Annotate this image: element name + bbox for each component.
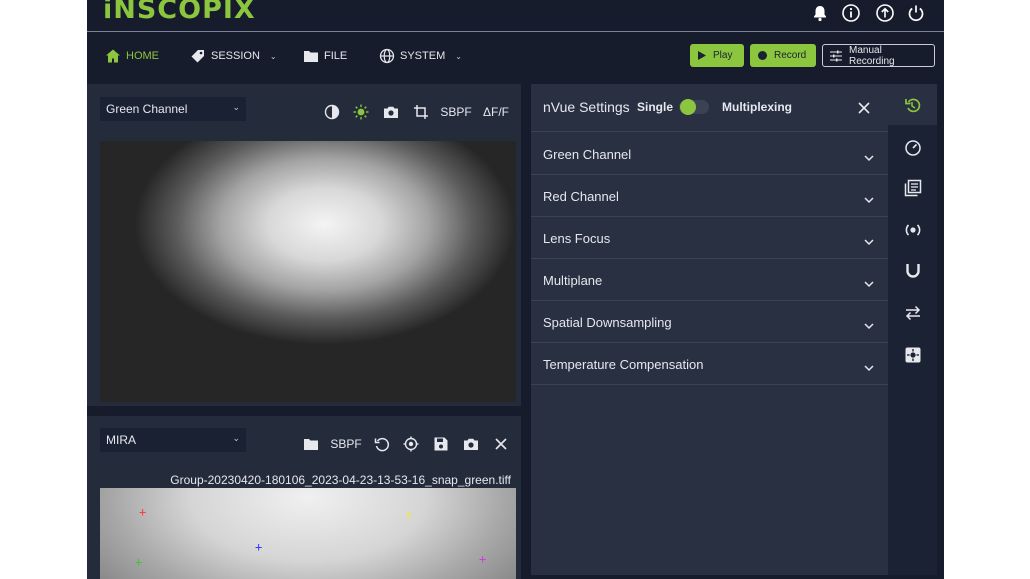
chevron-down-icon: ⌄ (232, 102, 240, 112)
channel-select[interactable]: Green Channel ⌄ (100, 97, 246, 121)
mode-toggle[interactable] (679, 99, 709, 115)
swap-icon[interactable] (903, 303, 923, 323)
nav-session[interactable]: SESSION ⌄ (190, 47, 277, 65)
accordion-label: Red Channel (543, 189, 619, 204)
accordion-label: Lens Focus (543, 231, 611, 246)
mode-single-label: Single (637, 100, 674, 114)
app-window: iNSCOPIX HOME SESSION ⌄ FILE SYSTEM ⌄ Pl… (87, 0, 944, 579)
nav-session-label: SESSION (211, 50, 260, 62)
accordion-label: Spatial Downsampling (543, 315, 672, 330)
channel-select-value: Green Channel (106, 102, 188, 116)
chevron-down-icon (864, 359, 874, 377)
brightness-icon[interactable] (352, 103, 370, 121)
right-rail (888, 84, 937, 575)
home-icon (105, 48, 121, 64)
sbpf-toggle[interactable]: SBPF (440, 103, 471, 121)
power-icon[interactable] (906, 3, 926, 23)
chevron-down-icon: ⌄ (232, 433, 240, 443)
save-icon[interactable] (432, 435, 450, 453)
logo: iNSCOPIX (103, 0, 256, 25)
info-icon[interactable] (841, 3, 861, 23)
chevron-down-icon (864, 317, 874, 335)
accordion-label: Green Channel (543, 147, 632, 162)
nvue-settings-panel: nVue Settings Single Multiplexing Green … (531, 84, 888, 575)
globe-icon (379, 48, 395, 64)
roi-marker[interactable]: + (255, 541, 262, 553)
crop-icon[interactable] (412, 103, 430, 121)
roi-marker[interactable]: + (405, 509, 412, 521)
nav-file[interactable]: FILE (303, 47, 347, 65)
chevron-down-icon (864, 149, 874, 167)
nav-system[interactable]: SYSTEM ⌄ (379, 47, 462, 65)
restore-settings-icon[interactable] (903, 95, 923, 115)
mode-multiplexing-label: Multiplexing (722, 100, 792, 114)
close-icon[interactable] (492, 435, 510, 453)
broadcast-icon[interactable] (903, 220, 923, 240)
play-button-label: Play (713, 50, 733, 61)
live-image[interactable] (100, 141, 516, 402)
focus-frame-icon[interactable] (903, 345, 923, 365)
manual-recording-button[interactable]: Manual Recording (822, 44, 935, 67)
contrast-icon[interactable] (323, 103, 341, 121)
top-bar: iNSCOPIX (87, 0, 944, 32)
accordion-red-channel[interactable]: Red Channel (531, 175, 888, 217)
toggle-knob (680, 99, 696, 115)
sbpf-toggle[interactable]: SBPF (330, 435, 361, 453)
roi-marker[interactable]: + (479, 553, 486, 565)
magnet-icon[interactable] (903, 261, 923, 281)
snapshot-panel: MIRA ⌄ SBPF Group-20230420-180106_2023-0… (87, 416, 521, 579)
library-icon[interactable] (903, 178, 923, 198)
nav-home-label: HOME (126, 50, 159, 62)
nav-bar: HOME SESSION ⌄ FILE SYSTEM ⌄ Play Record… (87, 33, 944, 78)
accordion-green-channel[interactable]: Green Channel (531, 133, 888, 175)
notification-bell-icon[interactable] (810, 3, 830, 23)
nav-system-label: SYSTEM (400, 50, 446, 62)
record-dot-icon (758, 51, 767, 60)
rotate-icon[interactable] (373, 435, 391, 453)
target-icon[interactable] (402, 435, 420, 453)
chevron-down-icon: ⌄ (455, 51, 462, 61)
accordion-label: Multiplane (543, 273, 603, 288)
accordion-lens-focus[interactable]: Lens Focus (531, 217, 888, 259)
nav-file-label: FILE (324, 50, 348, 62)
roi-marker[interactable]: + (139, 506, 146, 518)
settings-title: nVue Settings (543, 99, 630, 115)
chevron-down-icon (864, 191, 874, 209)
accordion-multiplane[interactable]: Multiplane (531, 259, 888, 301)
camera-icon[interactable] (462, 435, 480, 453)
settings-header: nVue Settings Single Multiplexing (531, 84, 888, 132)
upload-icon[interactable] (875, 3, 895, 23)
record-button-label: Record (774, 50, 807, 61)
snapshot-filename: Group-20230420-180106_2023-04-23-13-53-1… (170, 473, 511, 487)
manual-recording-label: Manual Recording (849, 44, 895, 67)
accordion-spatial-downsampling[interactable]: Spatial Downsampling (531, 301, 888, 343)
accordion-label: Temperature Compensation (543, 357, 704, 372)
roi-marker[interactable]: + (135, 556, 142, 568)
chevron-down-icon (864, 275, 874, 293)
chevron-down-icon (864, 233, 874, 251)
tag-icon (190, 48, 206, 64)
nav-home[interactable]: HOME (105, 47, 159, 65)
speedometer-icon[interactable] (903, 137, 923, 157)
folder-icon (303, 48, 319, 64)
play-button[interactable]: Play (690, 44, 744, 67)
close-icon[interactable] (857, 101, 871, 115)
snapshot-image[interactable]: + + + + + (100, 488, 516, 579)
accordion-temperature-compensation[interactable]: Temperature Compensation (531, 343, 888, 385)
source-select-value: MIRA (106, 433, 136, 447)
play-icon (698, 51, 706, 60)
chevron-down-icon: ⌄ (269, 51, 277, 61)
camera-icon[interactable] (382, 103, 400, 121)
live-view-panel: Green Channel ⌄ SBPF ΔF/F (87, 84, 521, 406)
dff-toggle[interactable]: ΔF/F (481, 103, 511, 121)
sliders-icon (830, 50, 842, 62)
folder-icon[interactable] (302, 435, 320, 453)
record-button[interactable]: Record (750, 44, 816, 67)
source-select[interactable]: MIRA ⌄ (100, 428, 246, 452)
